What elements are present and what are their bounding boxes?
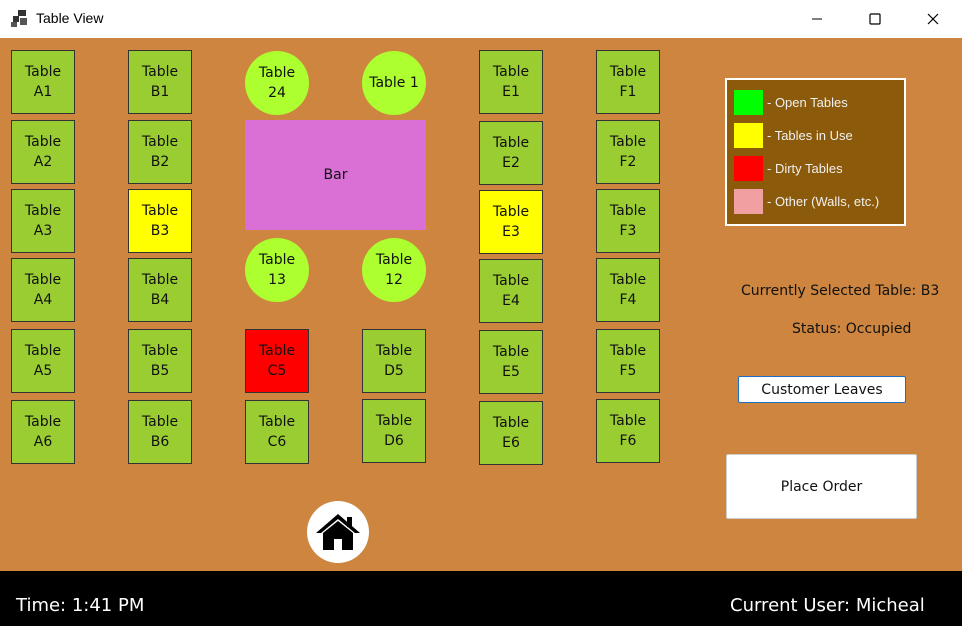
table-e3[interactable]: Table E3: [479, 190, 543, 254]
floor-plan: Table A1 Table A2 Table A3 Table A4 Tabl…: [0, 38, 962, 571]
table-b3[interactable]: Table B3: [128, 189, 192, 253]
maximize-icon: [869, 13, 881, 25]
bar-area: Bar: [245, 120, 426, 230]
table-1[interactable]: Table 1: [362, 51, 426, 115]
table-d5-label: Table D5: [375, 343, 413, 379]
bar-label: Bar: [323, 167, 348, 183]
table-e1-label: Table E1: [492, 64, 530, 100]
table-e2[interactable]: Table E2: [479, 121, 543, 185]
table-e1[interactable]: Table E1: [479, 50, 543, 114]
title-bar: Table View: [0, 0, 962, 38]
table-e6-label: Table E6: [492, 415, 530, 451]
table-12-label: Table 12: [375, 252, 413, 288]
table-c5[interactable]: Table C5: [245, 329, 309, 393]
table-e6[interactable]: Table E6: [479, 401, 543, 465]
home-icon: [316, 514, 360, 550]
legend-open: - Open Tables: [734, 90, 848, 115]
table-f6[interactable]: Table F6: [596, 399, 660, 463]
customer-leaves-button[interactable]: Customer Leaves: [738, 376, 906, 403]
table-e2-label: Table E2: [492, 135, 530, 171]
legend-inuse-label: - Tables in Use: [767, 128, 853, 143]
table-b4[interactable]: Table B4: [128, 258, 192, 322]
legend-dirty: - Dirty Tables: [734, 156, 843, 181]
table-13[interactable]: Table 13: [245, 238, 309, 302]
table-e3-label: Table E3: [492, 204, 530, 240]
table-a6-label: Table A6: [24, 414, 62, 450]
table-c6-label: Table C6: [258, 414, 296, 450]
table-b1[interactable]: Table B1: [128, 50, 192, 114]
legend-open-label: - Open Tables: [767, 95, 848, 110]
table-e4-label: Table E4: [492, 273, 530, 309]
table-c5-label: Table C5: [258, 343, 296, 379]
place-order-button[interactable]: Place Order: [726, 454, 917, 519]
table-b1-label: Table B1: [141, 64, 179, 100]
status-bar: Time: 1:41 PM Current User: Micheal: [0, 571, 962, 626]
minimize-button[interactable]: [788, 0, 846, 38]
table-f4[interactable]: Table F4: [596, 258, 660, 322]
table-b2-label: Table B2: [141, 134, 179, 170]
legend-dirty-label: - Dirty Tables: [767, 161, 843, 176]
table-f3-label: Table F3: [609, 203, 647, 239]
legend-inuse: - Tables in Use: [734, 123, 853, 148]
table-a2[interactable]: Table A2: [11, 120, 75, 184]
table-f6-label: Table F6: [609, 413, 647, 449]
table-a3-label: Table A3: [24, 203, 62, 239]
table-b5[interactable]: Table B5: [128, 329, 192, 393]
table-f4-label: Table F4: [609, 272, 647, 308]
table-b6-label: Table B6: [141, 414, 179, 450]
table-e4[interactable]: Table E4: [479, 259, 543, 323]
app-icon: [11, 10, 27, 27]
table-a6[interactable]: Table A6: [11, 400, 75, 464]
table-d6[interactable]: Table D6: [362, 399, 426, 463]
table-e5-label: Table E5: [492, 344, 530, 380]
close-button[interactable]: [904, 0, 962, 38]
table-c6[interactable]: Table C6: [245, 400, 309, 464]
table-24[interactable]: Table 24: [245, 51, 309, 115]
legend: - Open Tables - Tables in Use - Dirty Ta…: [725, 78, 906, 226]
legend-inuse-swatch: [734, 123, 763, 148]
table-f2[interactable]: Table F2: [596, 120, 660, 184]
table-a2-label: Table A2: [24, 134, 62, 170]
minimize-icon: [812, 18, 822, 20]
table-a3[interactable]: Table A3: [11, 189, 75, 253]
table-a4[interactable]: Table A4: [11, 258, 75, 322]
table-a1[interactable]: Table A1: [11, 50, 75, 114]
legend-other-label: - Other (Walls, etc.): [767, 194, 880, 209]
window-title: Table View: [36, 10, 104, 26]
table-e5[interactable]: Table E5: [479, 330, 543, 394]
table-f5-label: Table F5: [609, 343, 647, 379]
table-b6[interactable]: Table B6: [128, 400, 192, 464]
legend-other-swatch: [734, 189, 763, 214]
legend-open-swatch: [734, 90, 763, 115]
table-a4-label: Table A4: [24, 272, 62, 308]
table-a5[interactable]: Table A5: [11, 329, 75, 393]
table-status-text: Status: Occupied: [792, 321, 912, 337]
legend-dirty-swatch: [734, 156, 763, 181]
maximize-button[interactable]: [846, 0, 904, 38]
home-button[interactable]: [307, 501, 369, 563]
legend-other: - Other (Walls, etc.): [734, 189, 879, 214]
table-f5[interactable]: Table F5: [596, 329, 660, 393]
table-d6-label: Table D6: [375, 413, 413, 449]
time-display: Time: 1:41 PM: [16, 595, 145, 616]
table-b5-label: Table B5: [141, 343, 179, 379]
table-f1[interactable]: Table F1: [596, 50, 660, 114]
table-d5[interactable]: Table D5: [362, 329, 426, 393]
table-24-label: Table 24: [258, 65, 296, 101]
selected-table-text: Currently Selected Table: B3: [741, 283, 940, 299]
table-b2[interactable]: Table B2: [128, 120, 192, 184]
table-13-label: Table 13: [258, 252, 296, 288]
table-f1-label: Table F1: [609, 64, 647, 100]
table-1-label: Table 1: [369, 75, 419, 91]
table-a5-label: Table A5: [24, 343, 62, 379]
current-user-display: Current User: Micheal: [730, 595, 925, 616]
table-f2-label: Table F2: [609, 134, 647, 170]
table-12[interactable]: Table 12: [362, 238, 426, 302]
table-b4-label: Table B4: [141, 272, 179, 308]
close-icon: [927, 13, 939, 25]
table-a1-label: Table A1: [24, 64, 62, 100]
table-b3-label: Table B3: [141, 203, 179, 239]
table-f3[interactable]: Table F3: [596, 189, 660, 253]
